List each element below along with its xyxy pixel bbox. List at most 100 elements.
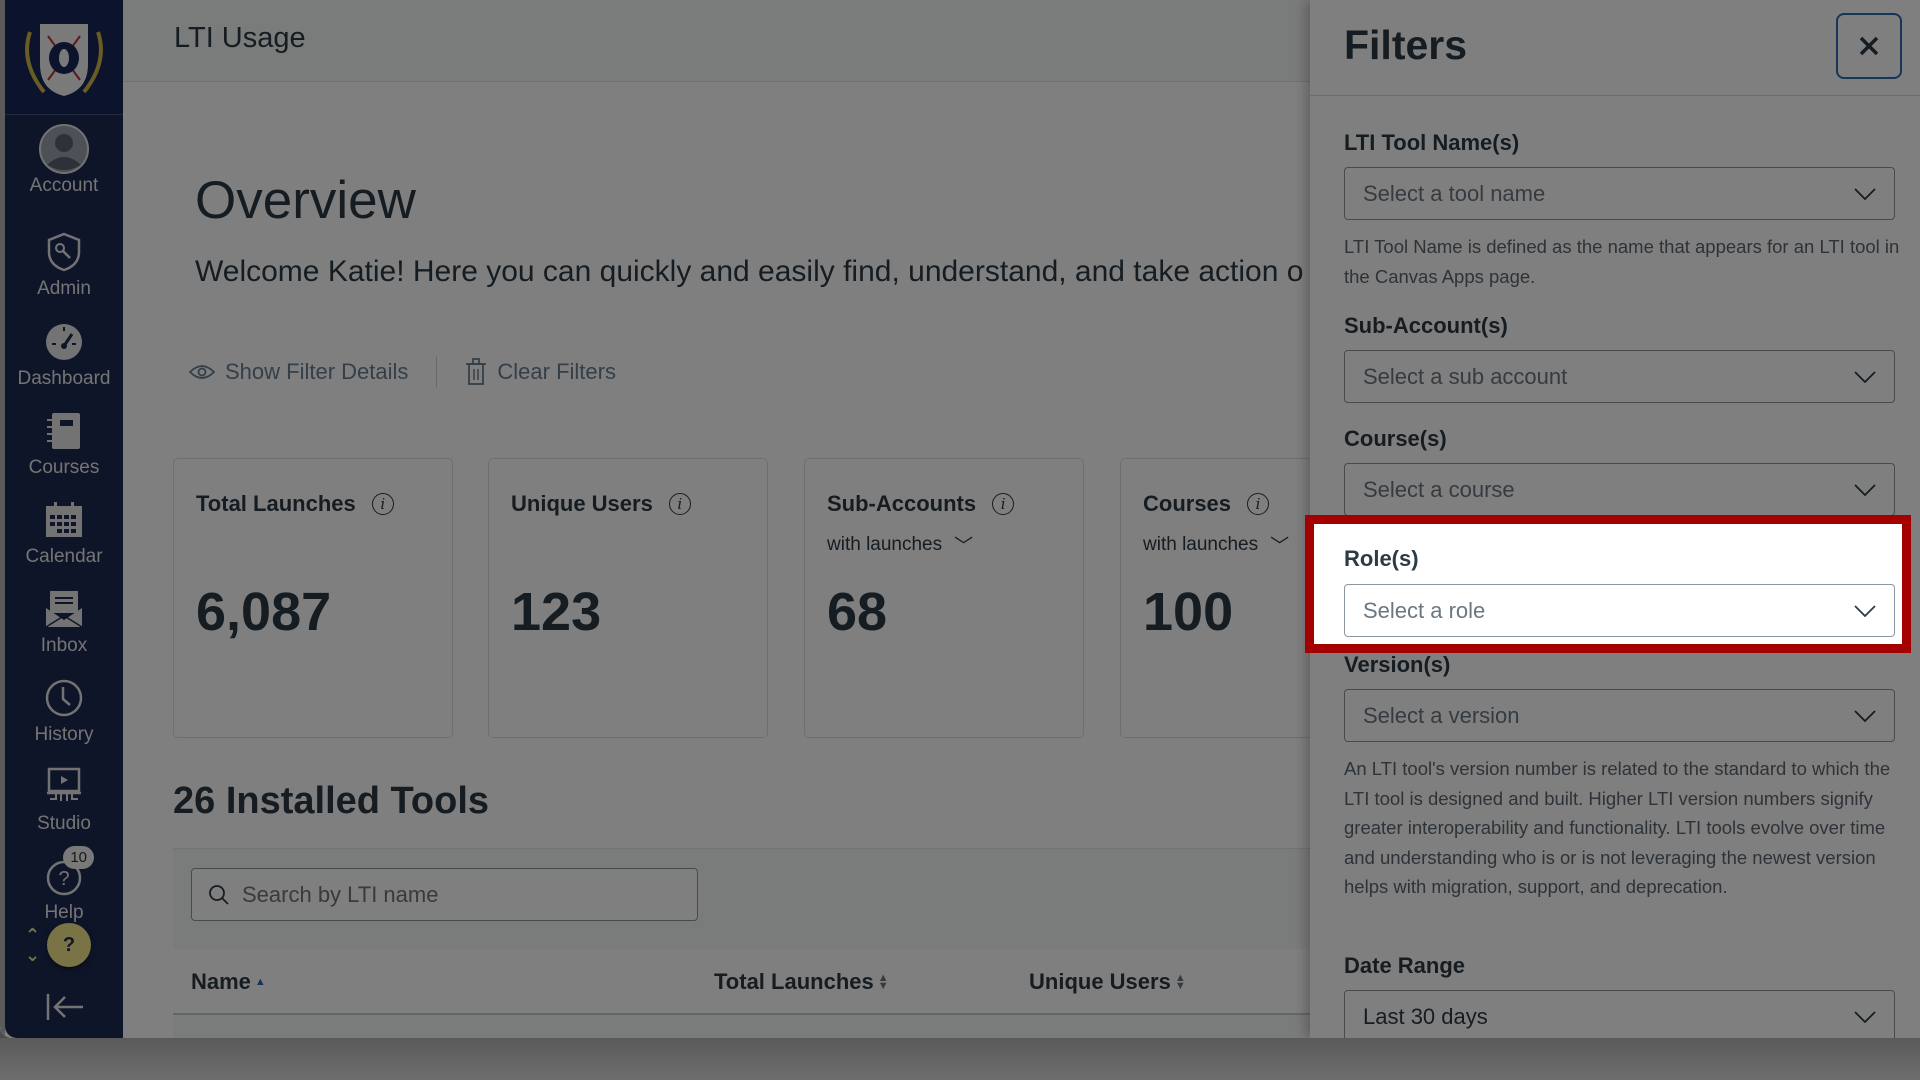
column-header-name[interactable]: Name ▲	[191, 969, 266, 995]
nav-courses[interactable]: Courses	[5, 407, 123, 493]
trash-icon	[466, 358, 487, 385]
nav-admin-label: Admin	[37, 278, 91, 299]
chevron-down-icon	[1854, 370, 1876, 383]
nav-history[interactable]: History	[5, 674, 123, 760]
nav-calendar-label: Calendar	[25, 546, 103, 567]
card-title: Unique Users i	[511, 491, 691, 517]
role-filter-highlight: Role(s) Select a role	[1305, 515, 1911, 653]
version-help-text: An LTI tool's version number is related …	[1344, 758, 1891, 897]
app-window: Account Admin Dashboard Courses Calendar	[0, 0, 1920, 1038]
show-filter-details-button[interactable]: Show Filter Details	[189, 359, 408, 385]
card-value: 123	[511, 582, 602, 642]
chevron-down-icon	[1854, 709, 1876, 722]
fab-reorder-chevrons-icon[interactable]: ⌃ ⌄	[25, 925, 40, 965]
chevron-down-icon	[1854, 483, 1876, 496]
clear-filters-button[interactable]: Clear Filters	[465, 358, 616, 386]
filters-title: Filters	[1344, 22, 1468, 68]
role-select[interactable]: Select a role	[1344, 584, 1895, 637]
global-navigation: Account Admin Dashboard Courses Calendar	[5, 0, 123, 1038]
column-header-total-launches[interactable]: Total Launches ▲ ▼	[714, 969, 889, 995]
nav-calendar[interactable]: Calendar	[5, 496, 123, 582]
metric-card-unique-users: Unique Users i 123	[488, 458, 768, 738]
courses-notebook-icon	[38, 407, 90, 455]
metric-card-total-launches: Total Launches i 6,087	[173, 458, 453, 738]
admin-shield-key-icon	[38, 228, 90, 276]
card-subtitle-dropdown[interactable]: with launches ﹀	[1143, 531, 1289, 558]
filters-panel-header: Filters	[1310, 0, 1920, 96]
tool-name-select[interactable]: Select a tool name	[1344, 167, 1895, 220]
dashboard-gauge-icon	[38, 318, 90, 366]
chevron-down-icon: ﹀	[1270, 536, 1290, 557]
nav-account[interactable]: Account	[5, 124, 123, 211]
info-icon[interactable]: i	[1247, 493, 1270, 515]
info-icon[interactable]: i	[668, 493, 691, 515]
overview-heading: Overview	[195, 171, 416, 230]
card-title: Courses i	[1143, 491, 1270, 517]
lti-search-input[interactable]	[242, 881, 662, 908]
date-range-select[interactable]: Last 30 days	[1344, 990, 1895, 1038]
collapse-nav-button[interactable]	[45, 990, 85, 1024]
nav-courses-label: Courses	[28, 457, 100, 478]
chevron-down-icon: ﹀	[954, 536, 974, 557]
crest-logo-icon	[25, 24, 103, 96]
studio-screen-icon	[38, 763, 90, 811]
chevron-down-icon	[1854, 1010, 1876, 1023]
close-icon	[1859, 36, 1879, 56]
sort-icon: ▲ ▼	[877, 972, 889, 992]
divider	[436, 356, 438, 388]
card-subtitle-dropdown[interactable]: with launches ﹀	[827, 531, 973, 558]
card-title: Total Launches i	[196, 491, 394, 517]
calendar-icon	[38, 496, 90, 544]
clear-filters-label: Clear Filters	[497, 359, 616, 384]
page-title: LTI Usage	[174, 22, 306, 54]
chevron-down-icon	[1854, 187, 1876, 200]
help-fab-button[interactable]: ?	[47, 923, 91, 967]
welcome-message: Welcome Katie! Here you can quickly and …	[195, 255, 1304, 288]
nav-history-label: History	[34, 724, 94, 745]
close-filters-button[interactable]	[1836, 13, 1902, 79]
nav-dashboard-label: Dashboard	[17, 368, 111, 389]
column-header-unique-users[interactable]: Unique Users ▲ ▼	[1029, 969, 1186, 995]
help-question-icon: ? 10	[38, 846, 94, 900]
tool-name-help-text: LTI Tool Name is defined as the name tha…	[1344, 236, 1900, 287]
nav-inbox[interactable]: Inbox	[5, 585, 123, 671]
nav-help-label: Help	[44, 902, 84, 923]
eye-icon	[189, 365, 215, 379]
institution-logo[interactable]	[5, 0, 123, 115]
svg-text:?: ?	[58, 868, 69, 890]
version-select[interactable]: Select a version	[1344, 689, 1895, 742]
sort-icon: ▲ ▼	[1174, 972, 1186, 992]
help-notification-badge: 10	[63, 846, 94, 869]
sub-account-select[interactable]: Select a sub account	[1344, 350, 1895, 403]
tools-table: Name▲ Total Launches▲▼ Unique Users▲▼	[173, 848, 1473, 1038]
collapse-arrow-left-icon	[46, 994, 83, 1020]
nav-admin[interactable]: Admin	[5, 228, 123, 314]
role-label: Role(s)	[1344, 546, 1419, 571]
course-select[interactable]: Select a course	[1344, 463, 1895, 516]
history-clock-icon	[38, 674, 90, 722]
nav-dashboard[interactable]: Dashboard	[5, 318, 123, 404]
table-header-row: Name ▲ Total Launches ▲ ▼ Unique Users ▲ ▼	[173, 949, 1473, 1015]
nav-studio-label: Studio	[37, 813, 91, 834]
filter-actions: Show Filter Details Clear Filters	[189, 356, 616, 388]
date-range-label: Date Range	[1344, 953, 1466, 978]
account-avatar-icon	[38, 124, 90, 174]
nav-inbox-label: Inbox	[40, 635, 88, 656]
desktop-background	[0, 1038, 1920, 1080]
metric-card-sub-accounts: Sub-Accounts i with launches ﹀ 68	[804, 458, 1084, 738]
inbox-envelope-icon	[38, 585, 90, 633]
course-label: Course(s)	[1344, 426, 1447, 451]
search-icon	[209, 884, 229, 905]
installed-tools-heading: 26 Installed Tools	[173, 780, 490, 822]
lti-search-field[interactable]	[191, 868, 698, 921]
info-icon[interactable]: i	[992, 493, 1015, 515]
version-label: Version(s)	[1344, 652, 1451, 677]
card-title: Sub-Accounts i	[827, 491, 1015, 517]
info-icon[interactable]: i	[371, 493, 394, 515]
show-filter-details-label: Show Filter Details	[225, 359, 409, 384]
chevron-down-icon	[1854, 604, 1876, 617]
nav-account-label: Account	[29, 175, 99, 196]
sub-account-label: Sub-Account(s)	[1344, 313, 1508, 338]
card-value: 68	[827, 582, 888, 642]
nav-studio[interactable]: Studio	[5, 763, 123, 849]
